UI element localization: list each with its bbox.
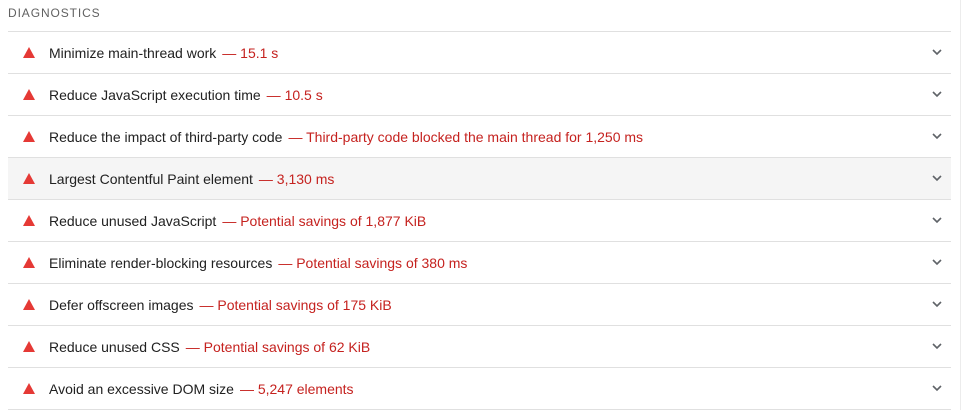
audit-row-js-execution[interactable]: Reduce JavaScript execution time — 10.5 … — [8, 74, 951, 116]
audit-row-offscreen-images[interactable]: Defer offscreen images — Potential savin… — [8, 284, 951, 326]
chevron-down-icon[interactable] — [931, 89, 943, 101]
audit-value: — Potential savings of 175 KiB — [199, 296, 392, 313]
audit-title: Reduce unused JavaScript — [49, 212, 217, 229]
audit-value: — 15.1 s — [222, 44, 279, 61]
chevron-down-icon[interactable] — [931, 341, 943, 353]
audit-value: — Potential savings of 1,877 KiB — [222, 212, 427, 229]
red-triangle-icon — [22, 340, 36, 353]
chevron-down-icon[interactable] — [931, 173, 943, 185]
audit-list: Minimize main-thread work — 15.1 s Reduc… — [8, 31, 951, 410]
audit-value: — Potential savings of 62 KiB — [185, 338, 371, 355]
chevron-down-icon[interactable] — [931, 257, 943, 269]
audit-title: Defer offscreen images — [49, 296, 194, 313]
audit-title: Eliminate render-blocking resources — [49, 254, 273, 271]
chevron-down-icon[interactable] — [931, 299, 943, 311]
audit-title: Reduce JavaScript execution time — [49, 86, 261, 103]
audit-title: Minimize main-thread work — [49, 44, 217, 61]
red-triangle-icon — [22, 46, 36, 59]
red-triangle-icon — [22, 256, 36, 269]
audit-value: — 10.5 s — [266, 86, 323, 103]
audit-value: — Third-party code blocked the main thre… — [288, 128, 644, 145]
audit-title: Reduce unused CSS — [49, 338, 180, 355]
red-triangle-icon — [22, 382, 36, 395]
chevron-down-icon[interactable] — [931, 47, 943, 59]
audit-title: Avoid an excessive DOM size — [49, 380, 234, 397]
audit-value: — 3,130 ms — [258, 170, 335, 187]
audit-row-unused-css[interactable]: Reduce unused CSS — Potential savings of… — [8, 326, 951, 368]
diagnostics-panel: DIAGNOSTICS Minimize main-thread work — … — [0, 0, 961, 410]
audit-row-render-blocking[interactable]: Eliminate render-blocking resources — Po… — [8, 242, 951, 284]
red-triangle-icon — [22, 88, 36, 101]
red-triangle-icon — [22, 214, 36, 227]
audit-title: Largest Contentful Paint element — [49, 170, 253, 187]
audit-title: Reduce the impact of third-party code — [49, 128, 283, 145]
audit-row-dom-size[interactable]: Avoid an excessive DOM size — 5,247 elem… — [8, 368, 951, 410]
audit-row-main-thread[interactable]: Minimize main-thread work — 15.1 s — [8, 32, 951, 74]
audit-row-lcp-element[interactable]: Largest Contentful Paint element — 3,130… — [8, 158, 951, 200]
audit-value: — 5,247 elements — [239, 380, 354, 397]
audit-row-unused-js[interactable]: Reduce unused JavaScript — Potential sav… — [8, 200, 951, 242]
red-triangle-icon — [22, 298, 36, 311]
chevron-down-icon[interactable] — [931, 383, 943, 395]
chevron-down-icon[interactable] — [931, 131, 943, 143]
red-triangle-icon — [22, 172, 36, 185]
chevron-down-icon[interactable] — [931, 215, 943, 227]
section-title: DIAGNOSTICS — [8, 6, 101, 20]
audit-row-third-party[interactable]: Reduce the impact of third-party code — … — [8, 116, 951, 158]
audit-value: — Potential savings of 380 ms — [278, 254, 468, 271]
red-triangle-icon — [22, 130, 36, 143]
